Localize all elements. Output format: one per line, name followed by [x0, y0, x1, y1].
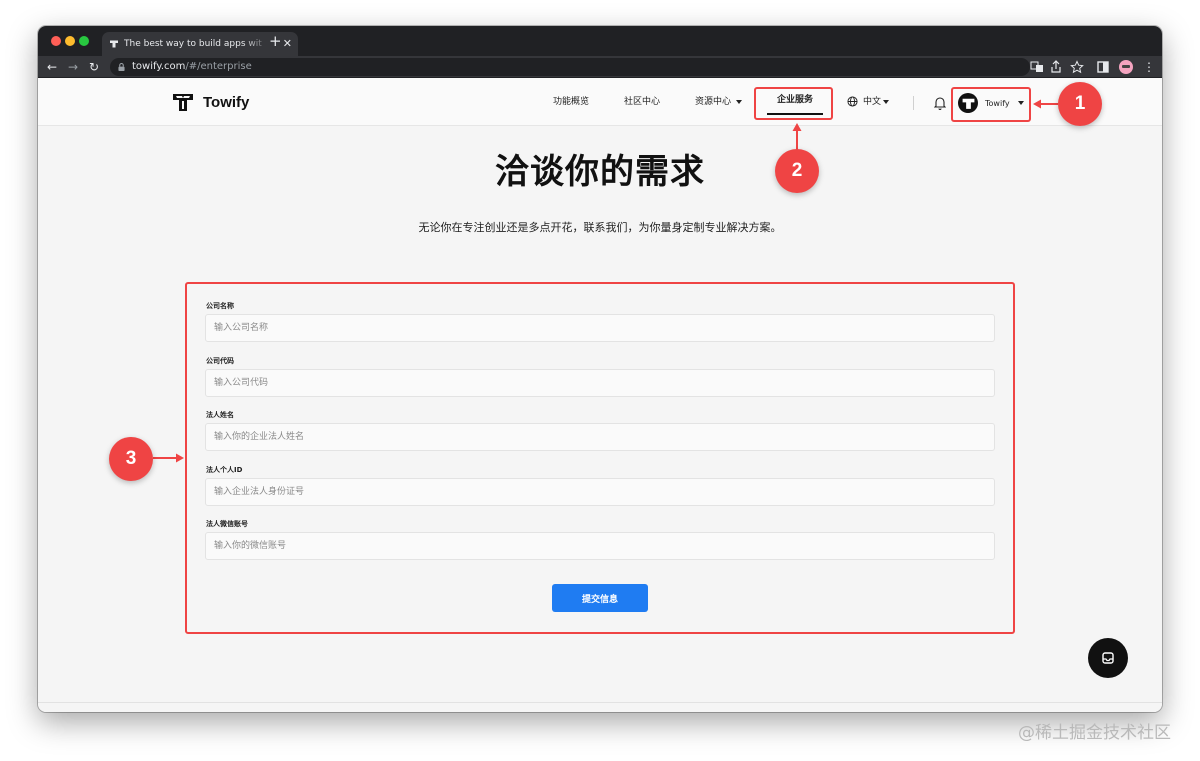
reload-icon[interactable]: ↻: [89, 59, 99, 75]
language-label: 中文: [863, 97, 882, 107]
page-title: 洽谈你的需求: [495, 152, 705, 192]
url-path: /#/enterprise: [185, 61, 252, 72]
profile-avatar[interactable]: [1119, 60, 1133, 74]
annotation-box-user-menu: [951, 87, 1031, 122]
browser-tab-bar: The best way to build apps wit ✕ +: [38, 26, 1162, 56]
new-tab-button[interactable]: +: [269, 31, 282, 51]
watermark: @稀土掘金技术社区: [1018, 723, 1171, 743]
close-window-button[interactable]: [51, 36, 61, 46]
minimize-window-button[interactable]: [65, 36, 75, 46]
url-host: towify.com: [132, 61, 186, 72]
forward-icon[interactable]: →: [68, 59, 78, 75]
annotation-badge-2: 2: [775, 149, 819, 193]
nav-item-resources[interactable]: 资源中心: [695, 78, 743, 126]
page-bottom-divider: [38, 702, 1162, 703]
annotation-box-enterprise-nav: [754, 87, 833, 120]
site-logo[interactable]: Towify: [172, 91, 249, 113]
towify-favicon-icon: [110, 40, 118, 48]
language-selector[interactable]: 中文: [847, 78, 890, 126]
nav-item-community[interactable]: 社区中心: [624, 78, 660, 126]
logo-text: Towify: [203, 93, 250, 111]
notification-bell-icon[interactable]: [934, 96, 946, 110]
browser-toolbar: ← → ↻ towify.com/#/enterprise ⋮: [38, 56, 1162, 78]
browser-menu-icon[interactable]: ⋮: [1143, 59, 1155, 75]
back-icon[interactable]: ←: [47, 59, 57, 75]
header-divider: [913, 96, 914, 110]
page-subtitle: 无论你在专注创业还是多点开花，联系我们，为你量身定制专业解决方案。: [418, 221, 782, 234]
address-bar[interactable]: towify.com/#/enterprise: [110, 58, 1030, 76]
annotation-box-form: [185, 282, 1015, 634]
chevron-down-icon: [883, 99, 890, 104]
translate-icon[interactable]: [1030, 60, 1044, 74]
annotation-badge-3: 3: [109, 437, 153, 481]
bookmark-star-icon[interactable]: [1070, 60, 1084, 74]
share-icon[interactable]: [1049, 60, 1063, 74]
maximize-window-button[interactable]: [79, 36, 89, 46]
tab-title: The best way to build apps wit: [124, 39, 262, 49]
lock-icon: [118, 63, 125, 71]
sidebar-icon[interactable]: [1096, 60, 1110, 74]
annotation-badge-1: 1: [1058, 82, 1102, 126]
screenshot-stage: The best way to build apps wit ✕ + ← → ↻…: [0, 0, 1200, 761]
nav-item-features[interactable]: 功能概览: [553, 78, 589, 126]
chat-support-button[interactable]: [1088, 638, 1128, 678]
close-tab-icon[interactable]: ✕: [283, 32, 292, 56]
nav-item-resources-label: 资源中心: [695, 97, 732, 107]
chevron-down-icon: [736, 99, 743, 104]
inbox-icon: [1102, 652, 1114, 664]
towify-logo-icon: [173, 94, 193, 111]
globe-icon: [847, 96, 858, 107]
